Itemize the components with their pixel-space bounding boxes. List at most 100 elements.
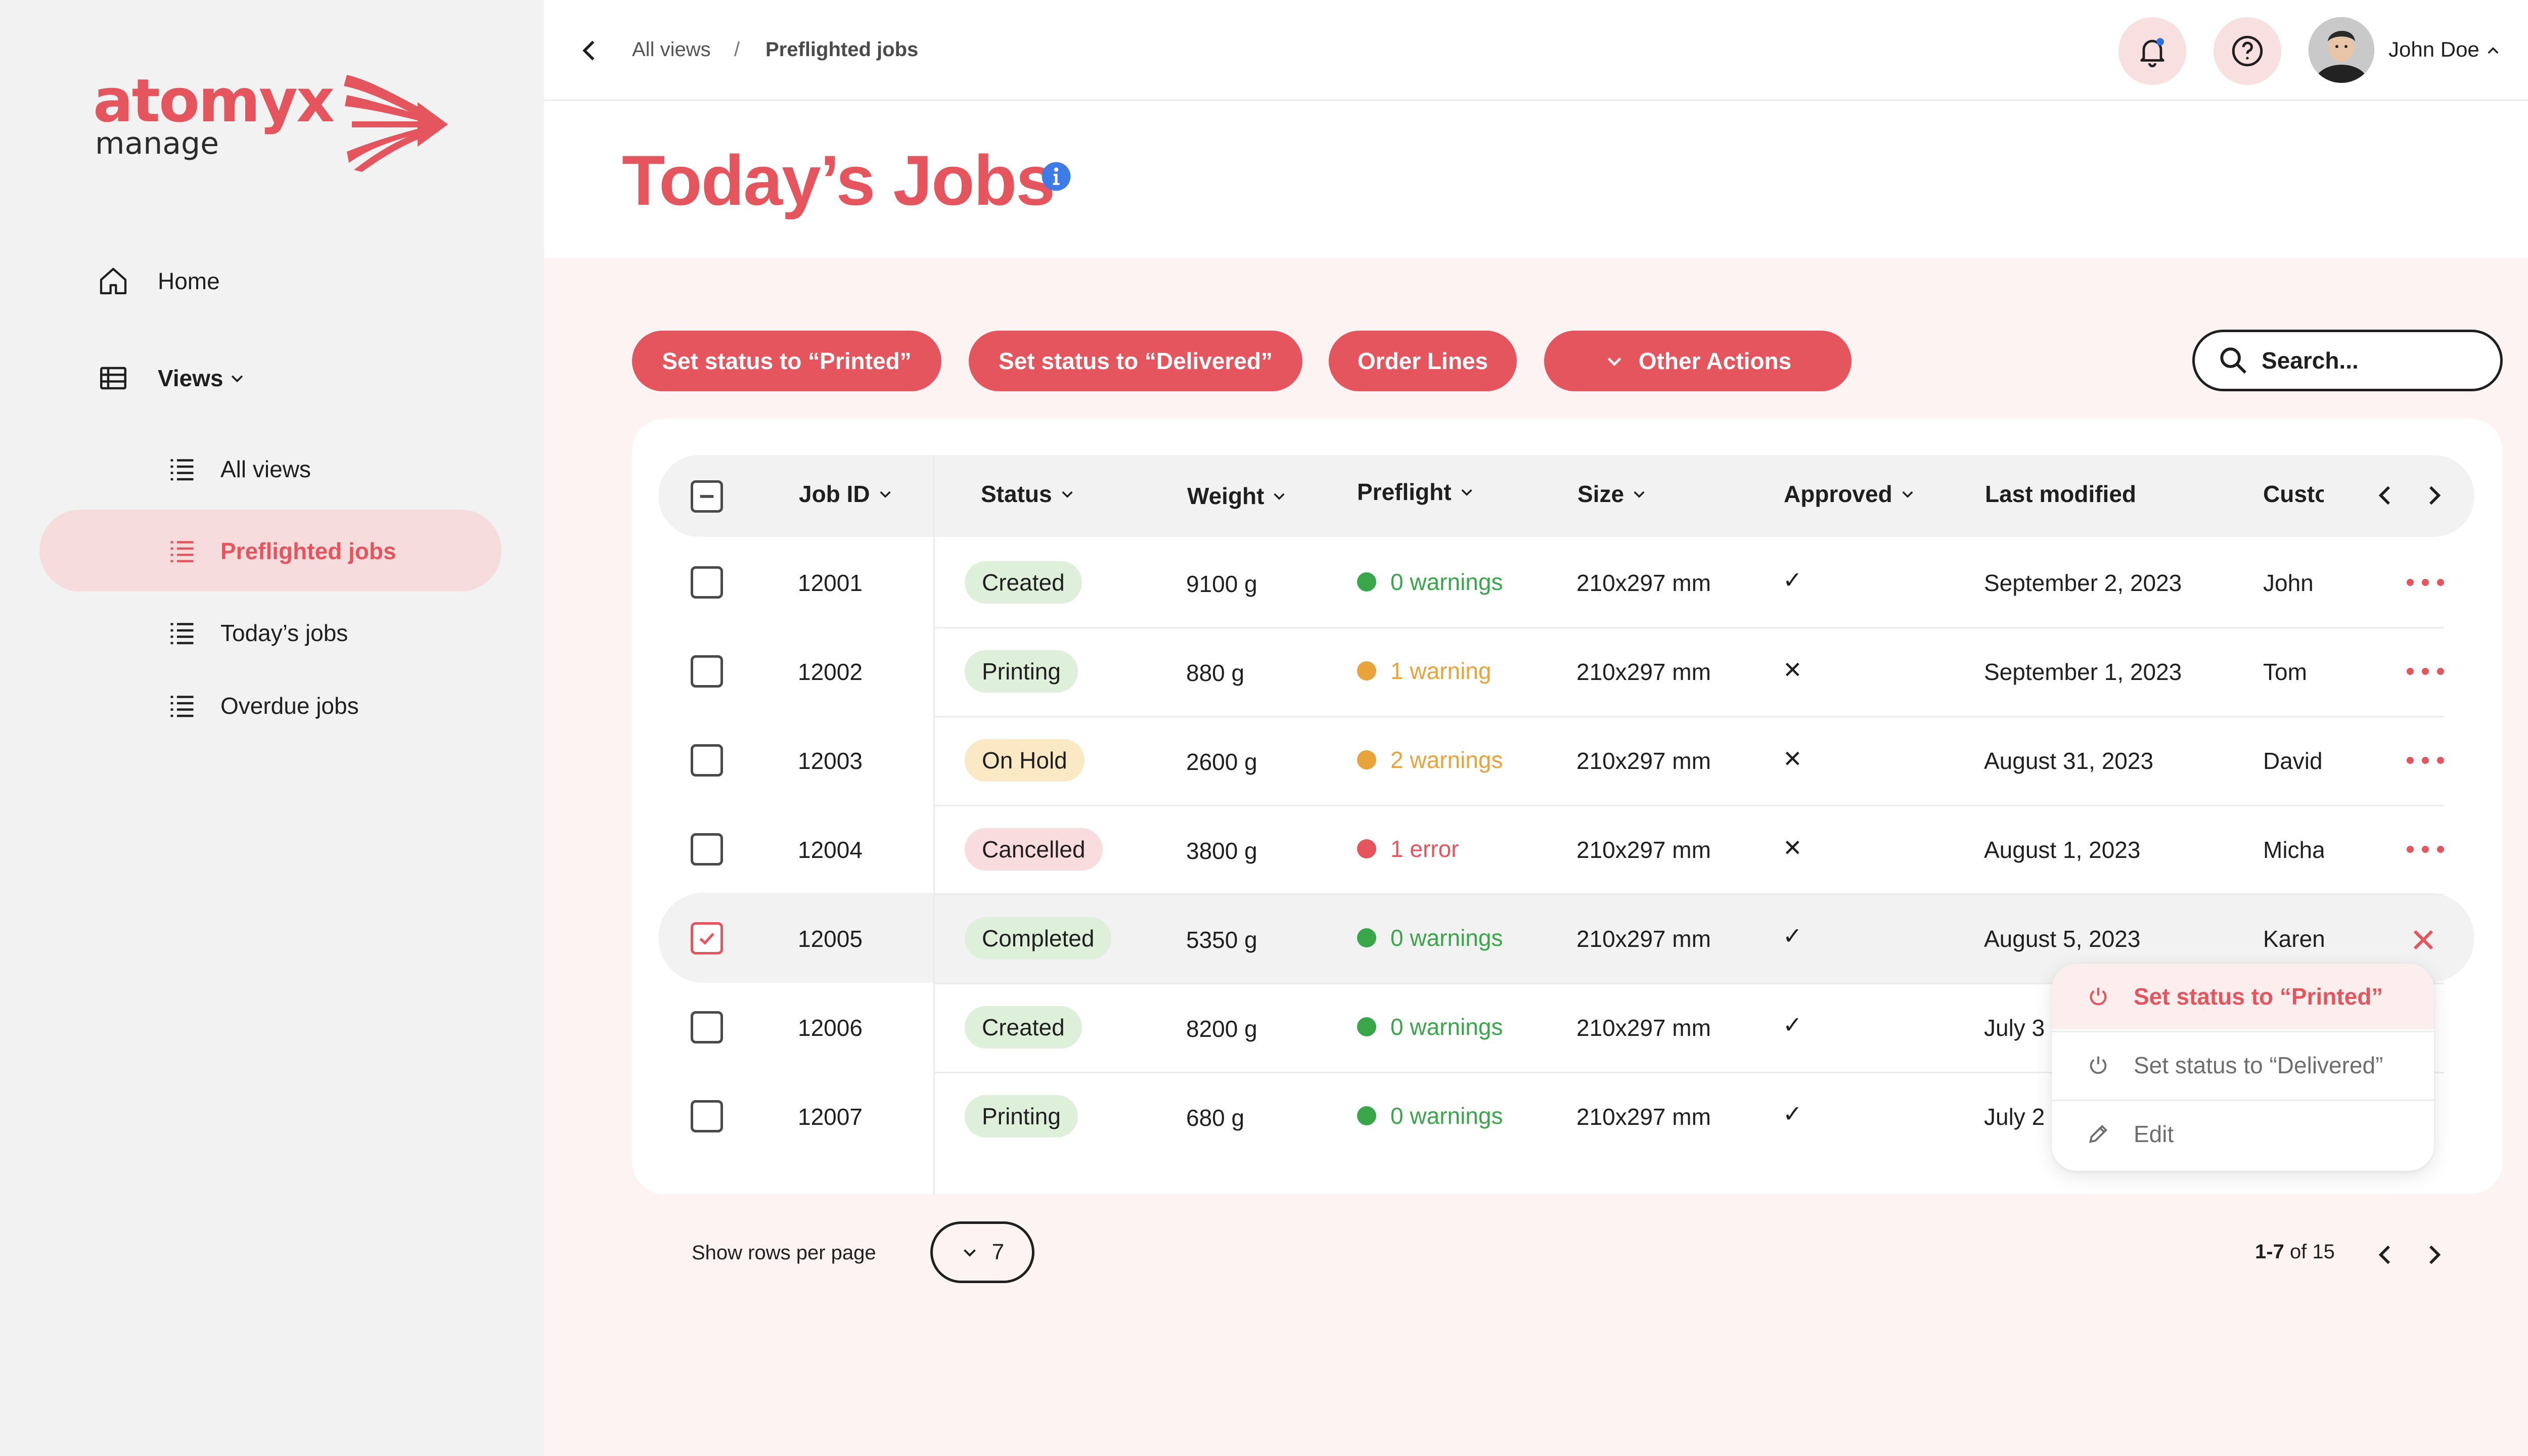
job-id: 12001 [798,570,863,596]
column-header-preflight[interactable]: Preflight [1357,478,1475,506]
status-badge: Cancelled [965,828,1103,871]
set-delivered-button[interactable]: Set status to “Delivered” [969,331,1302,391]
list-icon [164,688,200,724]
avatar[interactable] [2309,17,2374,83]
row-checkbox[interactable] [691,1011,723,1043]
other-actions-label: Other Actions [1638,348,1792,374]
approved-check-icon: ✓ [1783,567,1802,593]
order-lines-button[interactable]: Order Lines [1329,331,1517,391]
last-modified: August 5, 2023 [1984,926,2141,952]
preflight-label: 0 warnings [1390,1014,1503,1040]
row-checkbox-checked[interactable] [691,922,723,954]
brand-logo[interactable]: atomyx manage [93,66,335,159]
column-header-status[interactable]: Status [981,480,1075,508]
column-header-size[interactable]: Size [1577,480,1647,508]
menu-set-delivered[interactable]: Set status to “Delivered” [2052,1032,2434,1098]
preflight-status: 0 warnings [1357,924,1503,951]
column-header-last-modified[interactable]: Last modified [1985,480,2136,508]
breadcrumb-all-views[interactable]: All views [632,38,711,61]
user-name: John Doe [2388,37,2479,61]
sidebar-item-all-views[interactable]: All views [164,451,311,487]
header-label: Weight [1187,483,1265,509]
preflight-label: 0 warnings [1390,569,1503,595]
menu-item-label: Set status to “Printed” [2134,983,2383,1010]
size: 210x297 mm [1576,570,1711,596]
pencil-icon [2083,1119,2113,1149]
select-all-checkbox[interactable] [691,480,723,513]
breadcrumb-current: Preflighted jobs [765,38,919,61]
preflight-status: 0 warnings [1357,1013,1503,1040]
help-icon [2232,35,2263,67]
sidebar-item-overdue-jobs[interactable]: Overdue jobs [164,688,359,724]
menu-edit[interactable]: Edit [2052,1101,2434,1167]
previous-page-icon[interactable] [2371,1241,2400,1269]
header-label: Status [981,481,1052,507]
row-more-button[interactable] [2407,755,2444,765]
sidebar-item-label: All views [220,456,311,482]
sidebar-item-label: Preflighted jobs [220,538,396,564]
rows-per-page-select[interactable]: 7 [930,1221,1034,1283]
row-checkbox[interactable] [691,655,723,688]
preflight-status: 2 warnings [1357,746,1503,774]
job-id: 12006 [798,1015,863,1041]
user-photo [2309,17,2374,83]
row-checkbox[interactable] [691,566,723,599]
status-badge: Created [965,1006,1082,1049]
other-actions-button[interactable]: Other Actions [1544,331,1852,391]
column-header-customer[interactable]: Customer [2263,480,2324,508]
info-icon[interactable] [1041,161,1072,192]
row-more-button[interactable] [2407,666,2444,676]
user-menu[interactable]: John Doe [2388,37,2501,62]
chevron-down-icon [1634,491,1645,498]
close-icon[interactable] [2409,925,2438,954]
page-range: 1-7 [2255,1241,2284,1263]
size: 210x297 mm [1576,837,1711,863]
row-checkbox[interactable] [691,1100,723,1132]
approved-check-icon: ✓ [1783,1101,1802,1127]
weight: 880 g [1186,660,1245,686]
status-dot [1357,928,1376,947]
table-icon [95,360,131,396]
help-button[interactable] [2214,17,2281,85]
next-page-icon[interactable] [2420,1241,2448,1269]
sidebar-item-todays-jobs[interactable]: Today’s jobs [164,615,348,651]
preflight-label: 1 warning [1390,658,1492,684]
row-checkbox[interactable] [691,833,723,866]
column-divider [933,455,935,1194]
column-header-job-id[interactable]: Job ID [799,480,893,508]
row-more-button[interactable] [2407,844,2444,854]
nav-home[interactable]: Home [95,263,220,299]
search-input[interactable]: Search... [2192,330,2503,391]
checkmark-icon [699,933,714,945]
status-dot [1357,1017,1376,1036]
job-id: 12004 [798,837,863,863]
rows-per-page-value: 7 [991,1240,1005,1264]
column-header-approved[interactable]: Approved [1784,480,1916,508]
brand-mark-icon [344,75,448,172]
scroll-right-icon[interactable] [2420,481,2448,510]
chevron-down-icon [1607,357,1621,366]
notifications-button[interactable] [2118,17,2186,85]
set-printed-button[interactable]: Set status to “Printed” [632,331,941,391]
sidebar-item-label: Today’s jobs [220,620,348,646]
not-approved-x-icon: ✕ [1783,746,1802,772]
brand-name: atomyx [93,66,335,135]
preflight-status: 0 warnings [1357,1102,1503,1129]
nav-views[interactable]: Views [95,360,246,396]
size: 210x297 mm [1576,748,1711,774]
menu-set-printed[interactable]: Set status to “Printed” [2052,964,2434,1029]
scroll-left-icon[interactable] [2371,481,2400,510]
column-header-weight[interactable]: Weight [1187,482,1287,510]
preflight-status: 1 warning [1357,657,1491,685]
back-chevron-icon[interactable] [574,35,605,66]
weight: 9100 g [1186,571,1257,597]
sidebar-item-preflighted-jobs[interactable]: Preflighted jobs [164,533,396,569]
header-label: Size [1577,481,1624,507]
row-more-button[interactable] [2407,577,2444,587]
row-checkbox[interactable] [691,744,723,777]
list-icon [164,533,200,569]
header-label: Last modified [1985,481,2137,507]
page-title: Today’s Jobs [622,141,1055,220]
weight: 2600 g [1186,749,1257,775]
chevron-down-icon [1902,491,1913,498]
